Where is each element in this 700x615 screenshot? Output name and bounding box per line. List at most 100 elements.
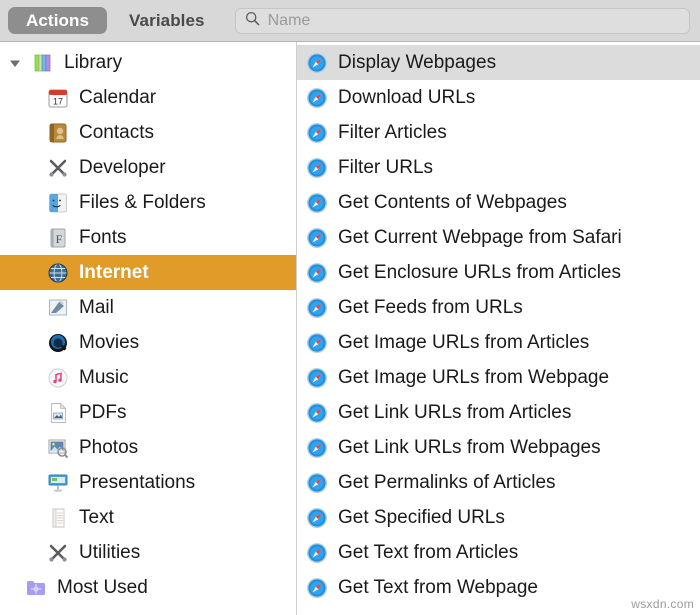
sidebar-item-text[interactable]: Text [0,500,296,535]
action-row-get-image-urls-from-webpage[interactable]: Get Image URLs from Webpage [297,360,700,395]
search-placeholder: Name [267,11,311,29]
action-row-get-current-webpage-from-safari[interactable]: Get Current Webpage from Safari [297,220,700,255]
smart-folder-icon [24,576,48,600]
finder-face-icon [46,191,70,215]
action-row-get-text-from-articles[interactable]: Get Text from Articles [297,535,700,570]
action-label: Download URLs [338,87,476,108]
sidebar-item-label: Files & Folders [79,192,206,213]
action-label: Get Link URLs from Articles [338,402,572,423]
action-row-get-feeds-from-urls[interactable]: Get Feeds from URLs [297,290,700,325]
sidebar-item-files-and-folders[interactable]: Files & Folders [0,185,296,220]
library-books-icon [31,51,55,75]
action-row-get-link-urls-from-articles[interactable]: Get Link URLs from Articles [297,395,700,430]
safari-compass-icon [305,401,329,425]
action-row-filter-articles[interactable]: Filter Articles [297,115,700,150]
music-note-icon [46,366,70,390]
pdf-document-icon [46,401,70,425]
sidebar-item-utilities[interactable]: Utilities [0,535,296,570]
sidebar-item-fonts[interactable]: F Fonts [0,220,296,255]
action-row-get-link-urls-from-webpages[interactable]: Get Link URLs from Webpages [297,430,700,465]
action-row-download-urls[interactable]: Download URLs [297,80,700,115]
sidebar-item-label: Library [64,52,123,73]
developer-tools-icon [46,541,70,565]
action-label: Get Text from Webpage [338,577,538,598]
action-label: Get Permalinks of Articles [338,472,556,493]
action-row-get-enclosure-urls-from-articles[interactable]: Get Enclosure URLs from Articles [297,255,700,290]
sidebar-item-label: Text [79,507,114,528]
sidebar-item-label: Mail [79,297,114,318]
search-icon [245,11,260,31]
sidebar-item-label: Most Used [57,577,148,598]
sidebar-item-presentations[interactable]: Presentations [0,465,296,500]
sidebar-item-label: Developer [79,157,166,178]
action-label: Get Text from Articles [338,542,519,563]
sidebar-item-label: Fonts [79,227,127,248]
sidebar-item-movies[interactable]: Movies [0,325,296,360]
chevron-down-icon[interactable] [8,56,22,70]
action-row-display-webpages[interactable]: Display Webpages [297,45,700,80]
photos-icon [46,436,70,460]
sidebar-item-label: Movies [79,332,140,353]
safari-compass-icon [305,191,329,215]
search-input[interactable]: Name [234,7,690,34]
safari-compass-icon [305,471,329,495]
safari-compass-icon [305,226,329,250]
safari-compass-icon [305,296,329,320]
action-label: Get Link URLs from Webpages [338,437,601,458]
svg-text:17: 17 [53,96,63,106]
mail-stamp-icon [46,296,70,320]
safari-compass-icon [305,506,329,530]
sidebar-item-photos[interactable]: Photos [0,430,296,465]
globe-icon [46,261,70,285]
sidebar-item-label: Presentations [79,472,196,493]
action-label: Filter URLs [338,157,434,178]
sidebar-item-music[interactable]: Music [0,360,296,395]
library-sidebar[interactable]: Library 17 Calendar Contacts Developer F… [0,42,297,615]
sidebar-item-label: Contacts [79,122,154,143]
action-row-filter-urls[interactable]: Filter URLs [297,150,700,185]
action-row-get-specified-urls[interactable]: Get Specified URLs [297,500,700,535]
tab-actions[interactable]: Actions [8,7,108,34]
safari-compass-icon [305,121,329,145]
sidebar-item-contacts[interactable]: Contacts [0,115,296,150]
safari-compass-icon [305,156,329,180]
safari-compass-icon [305,51,329,75]
action-row-get-permalinks-of-articles[interactable]: Get Permalinks of Articles [297,465,700,500]
tab-group: Actions Variables [8,7,223,34]
contacts-book-icon [46,121,70,145]
developer-tools-icon [46,156,70,180]
content-split: Library 17 Calendar Contacts Developer F… [0,42,700,615]
sidebar-item-label: Utilities [79,542,141,563]
safari-compass-icon [305,366,329,390]
quicktime-icon [46,331,70,355]
watermark: wsxdn.com [631,597,694,611]
font-book-icon: F [46,226,70,250]
safari-compass-icon [305,86,329,110]
text-document-icon [46,506,70,530]
actions-list[interactable]: Display Webpages Download URLs Filter Ar… [297,42,700,615]
sidebar-item-library[interactable]: Library [0,45,296,80]
sidebar-item-most-used[interactable]: Most Used [0,570,296,605]
safari-compass-icon [305,541,329,565]
safari-compass-icon [305,331,329,355]
sidebar-item-label: Music [79,367,129,388]
svg-text:F: F [56,232,63,246]
action-label: Get Current Webpage from Safari [338,227,622,248]
sidebar-item-label: Photos [79,437,139,458]
tab-variables[interactable]: Variables [111,7,223,34]
sidebar-item-pdfs[interactable]: PDFs [0,395,296,430]
sidebar-item-mail[interactable]: Mail [0,290,296,325]
action-row-get-contents-of-webpages[interactable]: Get Contents of Webpages [297,185,700,220]
sidebar-item-developer[interactable]: Developer [0,150,296,185]
action-label: Get Contents of Webpages [338,192,567,213]
action-label: Get Enclosure URLs from Articles [338,262,621,283]
safari-compass-icon [305,436,329,460]
sidebar-item-calendar[interactable]: 17 Calendar [0,80,296,115]
safari-compass-icon [305,261,329,285]
sidebar-item-label: PDFs [79,402,127,423]
safari-compass-icon [305,576,329,600]
sidebar-item-internet[interactable]: Internet [0,255,296,290]
action-row-get-image-urls-from-articles[interactable]: Get Image URLs from Articles [297,325,700,360]
sidebar-item-label: Internet [79,262,149,283]
sidebar-item-label: Calendar [79,87,157,108]
